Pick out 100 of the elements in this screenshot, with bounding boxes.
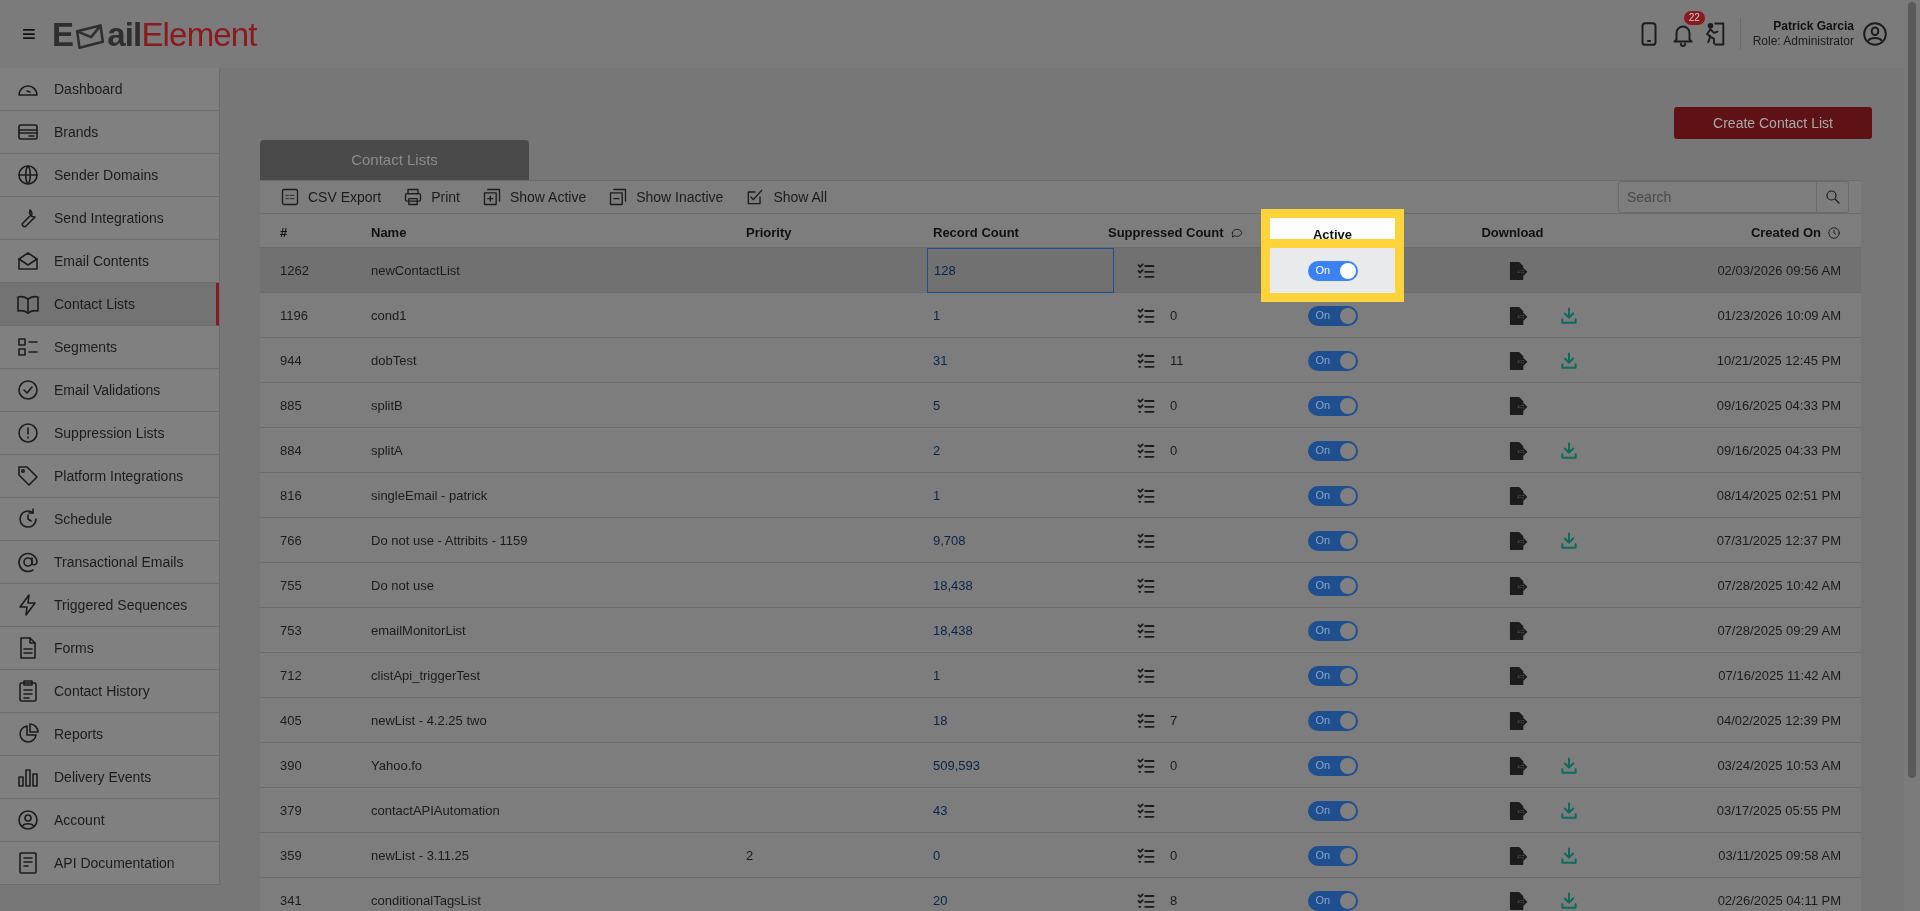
toggle-switch[interactable]: On	[1307, 710, 1358, 731]
table-cell-text: newList - 3.11.25	[371, 846, 471, 865]
table-cell-text: conditionalTagsList	[371, 891, 482, 910]
table-cell[interactable]: 18,438	[927, 563, 1114, 608]
file-export-icon[interactable]	[1507, 349, 1529, 372]
file-export-icon[interactable]	[1507, 484, 1529, 507]
plus-square-icon	[481, 187, 502, 207]
table-cell-text: Do not use	[371, 576, 435, 595]
file-export-icon[interactable]	[1507, 754, 1529, 777]
user-name: Patrick Garcia	[1773, 19, 1854, 34]
panel-tab[interactable]: Contact Lists	[260, 140, 529, 180]
scrollbar[interactable]	[1904, 0, 1920, 911]
file-export-icon[interactable]	[1507, 844, 1529, 867]
checklist-icon[interactable]	[1136, 350, 1156, 371]
table-cell[interactable]: 18	[927, 698, 1114, 743]
table-cell-text: 02/26/2025 04:11 PM	[1717, 891, 1841, 910]
table-cell[interactable]: 18,438	[927, 608, 1114, 653]
toggle-switch[interactable]: On	[1307, 305, 1358, 326]
checklist-icon[interactable]	[1136, 845, 1156, 866]
table-cell[interactable]: 1	[927, 653, 1114, 698]
toolbar-button[interactable]: Show Inactive	[608, 186, 724, 208]
create-contact-list-button[interactable]: Create Contact List	[1674, 107, 1872, 139]
checklist-icon[interactable]	[1136, 710, 1156, 731]
table-cell-text: 09/16/2025 04:33 PM	[1716, 396, 1841, 415]
logo: E ailElement	[52, 17, 257, 51]
table-cell-text: 10/21/2025 12:45 PM	[1716, 351, 1841, 370]
checklist-icon[interactable]	[1136, 620, 1156, 641]
checklist-icon[interactable]	[1136, 260, 1156, 281]
toggle-switch[interactable]: On	[1307, 755, 1358, 776]
pie-chart-icon	[16, 722, 40, 746]
toggle-switch[interactable]: On	[1307, 530, 1358, 551]
checklist-icon[interactable]	[1136, 485, 1156, 506]
toolbar-button[interactable]: Print	[403, 186, 460, 208]
table-cell-text: Yahoo.fo	[371, 756, 424, 775]
table-cell-text: 07/16/2025 11:42 AM	[1718, 666, 1841, 685]
minus-square-icon	[608, 187, 629, 207]
checklist-icon[interactable]	[1136, 575, 1156, 596]
table-cell-text: newList - 4.2.25 two	[371, 711, 488, 730]
table-cell[interactable]: 1	[927, 473, 1114, 518]
toggle-switch[interactable]: On	[1307, 260, 1358, 281]
table-cell-text: 09/16/2025 04:33 PM	[1716, 441, 1841, 460]
file-export-icon[interactable]	[1507, 889, 1529, 911]
table-cell-text: 0	[1170, 306, 1178, 325]
toggle-switch[interactable]: On	[1307, 620, 1358, 641]
toolbar-button[interactable]: CSV Export	[280, 186, 382, 208]
toggle-switch[interactable]: On	[1307, 440, 1358, 461]
checklist-icon[interactable]	[1136, 755, 1156, 776]
file-export-icon[interactable]	[1507, 304, 1529, 327]
table-cell-text: singleEmail - patrick	[371, 486, 489, 505]
toolbar-button[interactable]: Show All	[745, 186, 828, 208]
checklist-icon[interactable]	[1136, 800, 1156, 821]
file-export-icon[interactable]	[1507, 709, 1529, 732]
table-cell[interactable]: 128	[927, 248, 1114, 293]
table-cell-text: splitB	[371, 396, 404, 415]
menu-button[interactable]: ≡	[22, 22, 36, 46]
toggle-switch[interactable]: On	[1307, 665, 1358, 686]
table-cell[interactable]: 9,708	[927, 518, 1114, 563]
checklist-icon[interactable]	[1136, 395, 1156, 416]
checklist-icon[interactable]	[1136, 305, 1156, 326]
table-cell[interactable]: 2	[927, 428, 1114, 473]
file-export-icon[interactable]	[1507, 619, 1529, 642]
file-export-icon[interactable]	[1507, 439, 1529, 462]
file-export-icon[interactable]	[1507, 664, 1529, 687]
file-export-icon[interactable]	[1507, 574, 1529, 597]
sidebar-item[interactable]: Contact Lists	[0, 283, 219, 326]
tag-icon	[16, 464, 40, 488]
search-button[interactable]	[1817, 181, 1849, 213]
toggle-switch[interactable]: On	[1307, 890, 1358, 911]
checklist-icon[interactable]	[1136, 440, 1156, 461]
checklist-icon[interactable]	[1136, 665, 1156, 686]
document-list-icon	[16, 851, 40, 875]
user-circle-icon[interactable]	[1862, 21, 1888, 47]
clock-icon[interactable]	[1827, 226, 1841, 240]
clipboard-icon	[16, 679, 40, 703]
toggle-switch[interactable]: On	[1307, 845, 1358, 866]
table-cell[interactable]: 0	[927, 833, 1114, 878]
table-cell-text: 753	[280, 621, 303, 640]
checklist-icon[interactable]	[1136, 890, 1156, 911]
user-circle-icon	[16, 808, 40, 832]
table-cell[interactable]: 20	[927, 878, 1114, 911]
table-cell-text: 1262	[280, 261, 310, 280]
at-sign-icon	[16, 550, 40, 574]
toolbar-button[interactable]: Show Active	[481, 186, 587, 208]
table-cell[interactable]: 31	[927, 338, 1114, 383]
file-export-icon[interactable]	[1507, 259, 1529, 282]
file-export-icon[interactable]	[1507, 394, 1529, 417]
toggle-switch[interactable]: On	[1307, 800, 1358, 821]
table-cell[interactable]: 5	[927, 383, 1114, 428]
file-export-icon[interactable]	[1507, 529, 1529, 552]
table-cell[interactable]: 43	[927, 788, 1114, 833]
toggle-switch[interactable]: On	[1307, 395, 1358, 416]
toggle-switch[interactable]: On	[1307, 350, 1358, 371]
speech-bubble-icon[interactable]	[1229, 226, 1244, 240]
toggle-switch[interactable]: On	[1307, 575, 1358, 596]
table-cell[interactable]: 1	[927, 293, 1114, 338]
toggle-switch[interactable]: On	[1307, 485, 1358, 506]
file-export-icon[interactable]	[1507, 799, 1529, 822]
checklist-icon[interactable]	[1136, 530, 1156, 551]
table-cell-text: clistApi_triggerTest	[371, 666, 482, 685]
table-cell[interactable]: 509,593	[927, 743, 1114, 788]
